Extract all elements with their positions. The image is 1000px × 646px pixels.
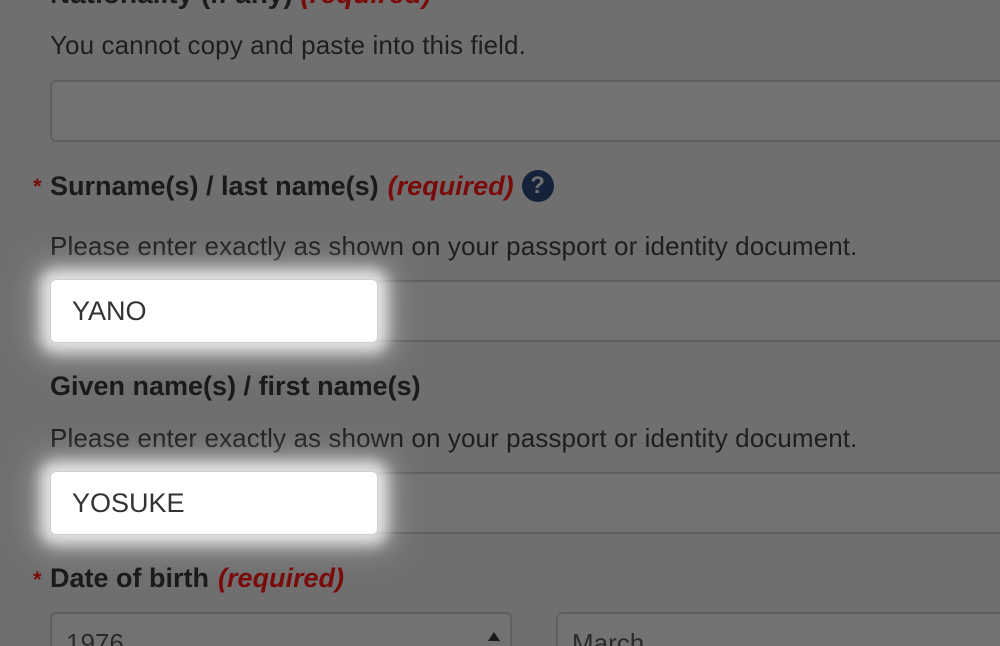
- surname-required-tag: (required): [387, 170, 514, 201]
- dob-month-value: March: [572, 628, 645, 646]
- given-name-input[interactable]: YOSUKE: [50, 471, 378, 535]
- surname-label: Surname(s) / last name(s) (required) ?: [50, 170, 554, 202]
- previous-field-required-tag: (required): [300, 0, 431, 9]
- question-circle-icon[interactable]: ?: [521, 170, 554, 202]
- given-name-label-text: Given name(s) / first name(s): [50, 371, 421, 401]
- previous-field-label: Nationality (if any) (required): [50, 0, 431, 10]
- surname-label-text: Surname(s) / last name(s): [50, 170, 379, 201]
- dob-month-select[interactable]: March: [556, 612, 1000, 646]
- given-name-hint: Please enter exactly as shown on your pa…: [50, 423, 858, 453]
- form-page: Nationality (if any) (required) You cann…: [0, 0, 1000, 646]
- dob-year-value: 1976: [66, 628, 124, 646]
- surname-input[interactable]: YANO: [50, 279, 378, 343]
- previous-field-input[interactable]: [50, 80, 1000, 142]
- previous-field-hint: You cannot copy and paste into this fiel…: [50, 30, 526, 60]
- triangle-up-icon: [488, 632, 500, 641]
- surname-hint: Please enter exactly as shown on your pa…: [50, 231, 858, 261]
- previous-field-label-text: Nationality (if any): [50, 0, 293, 9]
- given-name-label: Given name(s) / first name(s): [50, 371, 421, 402]
- dob-required-asterisk: *: [33, 567, 42, 592]
- dob-required-tag: (required): [218, 563, 345, 593]
- dob-year-select[interactable]: 1976: [50, 612, 512, 646]
- surname-required-asterisk: *: [33, 174, 42, 199]
- dob-label-text: Date of birth: [50, 563, 209, 593]
- dob-label: Date of birth (required): [50, 563, 344, 594]
